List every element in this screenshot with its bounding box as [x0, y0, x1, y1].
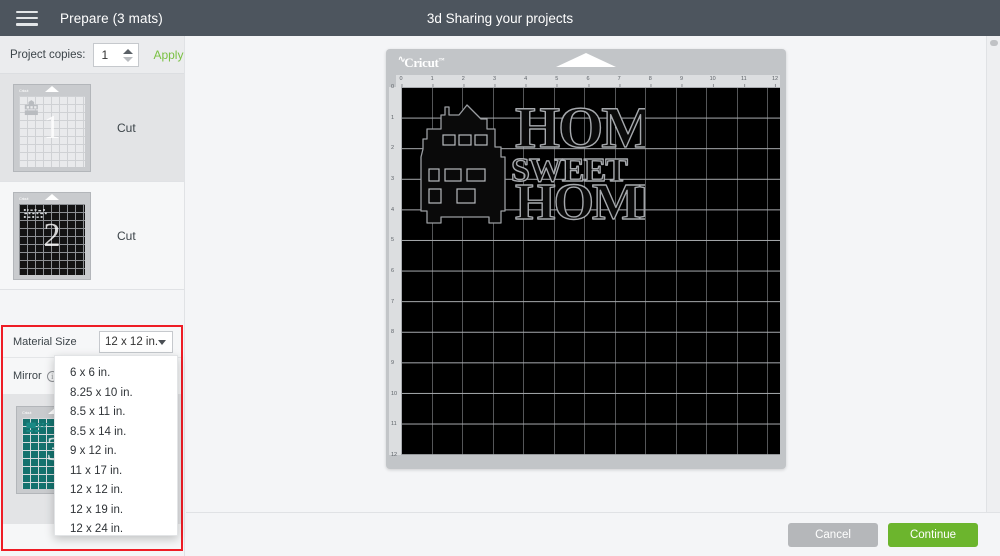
ruler-tick-h: 4 [524, 76, 527, 82]
project-copies-stepper[interactable]: 1 [93, 43, 139, 67]
mat-thumbnail-1: Cricut 1 [13, 84, 91, 172]
material-size-option[interactable]: 8.25 x 10 in. [55, 384, 177, 404]
stepper-decrement-icon[interactable] [123, 57, 133, 62]
apply-button[interactable]: Apply [153, 48, 183, 62]
ruler-tick-v: 7 [391, 299, 394, 305]
cancel-button[interactable]: Cancel [788, 523, 878, 547]
ruler-tick-h: 0 [399, 76, 402, 82]
material-size-selected-value: 12 x 12 in. [105, 336, 158, 348]
ruler-tick-h: 1 [431, 76, 434, 82]
cricut-swoosh-icon: ∿ [398, 54, 405, 64]
mat-tab-shape [556, 53, 616, 67]
mat-action-label-1: Cut [117, 121, 136, 135]
app-header: Prepare (3 mats) 3d Sharing your project… [0, 0, 1000, 36]
mat-action-label-2: Cut [117, 229, 136, 243]
ruler-tick-v: 10 [391, 391, 397, 397]
home-sweet-home-artwork[interactable]: HOME SWEET HOME [405, 91, 645, 236]
cricut-wordmark: Cricut [404, 55, 438, 70]
action-footer: Cancel Continue [186, 512, 1000, 556]
ruler-tick-v: 9 [391, 360, 394, 366]
ruler-tick-h: 9 [680, 76, 683, 82]
svg-text:HOME: HOME [515, 174, 645, 231]
mat-tab-shape [45, 194, 59, 200]
material-size-option[interactable]: 12 x 19 in. [55, 501, 177, 521]
material-size-option[interactable]: 8.5 x 14 in. [55, 423, 177, 443]
ruler-tick-v: 8 [391, 329, 394, 335]
ruler-tick-h: 11 [741, 76, 747, 82]
ruler-tick-h: 8 [649, 76, 652, 82]
hamburger-bar [16, 17, 38, 20]
mats-sidebar: Project copies: 1 Apply Cricut [0, 36, 185, 556]
ruler-vertical: 0123456789101112 [389, 87, 401, 455]
mat-thumbnail-2: Cricut [13, 192, 91, 280]
material-size-option[interactable]: 12 x 24 in. [55, 520, 177, 540]
material-size-row: Material Size 12 x 12 in. [3, 327, 181, 358]
project-copies-label: Project copies: [10, 49, 85, 61]
ruler-tick-h: 3 [493, 76, 496, 82]
trademark-mark: ™ [439, 58, 445, 64]
hamburger-bar [16, 11, 38, 14]
stepper-arrows [123, 46, 133, 66]
ruler-tick-v: 0 [391, 84, 394, 90]
chevron-down-icon[interactable] [158, 340, 166, 345]
cutting-mat[interactable]: ∿Cricut™ 0123456789101112 01234567891011… [386, 49, 786, 469]
svg-text:HOME: HOME [515, 95, 645, 160]
material-size-option[interactable]: 9 x 12 in. [55, 442, 177, 462]
mat-preview-canvas: ∿Cricut™ 0123456789101112 01234567891011… [186, 36, 978, 512]
continue-button[interactable]: Continue [888, 523, 978, 547]
thumbnail-brand-label: Cricut [19, 88, 28, 93]
prepare-mats-screen: Prepare (3 mats) 3d Sharing your project… [0, 0, 1000, 556]
hamburger-bar [16, 23, 38, 26]
ruler-tick-v: 12 [391, 452, 397, 458]
mat-grid-surface[interactable]: HOME SWEET HOME [401, 87, 780, 455]
mat-list: Cricut 1 Cut [0, 74, 184, 290]
ruler-tick-h: 12 [772, 76, 778, 82]
page-scrollbar-thumb[interactable] [990, 40, 998, 46]
thumbnail-brand-label: Cricut [19, 196, 28, 201]
cricut-logo: ∿Cricut™ [397, 55, 444, 71]
material-size-option[interactable]: 11 x 17 in. [55, 462, 177, 482]
stepper-increment-icon[interactable] [123, 49, 133, 54]
ruler-tick-v: 6 [391, 268, 394, 274]
mat-list-item-2[interactable]: Cricut [0, 182, 184, 290]
material-size-dropdown-menu[interactable]: 6 x 6 in. 8.25 x 10 in. 8.5 x 11 in. 8.5… [54, 355, 178, 536]
ruler-tick-h: 10 [710, 76, 716, 82]
mat-number-1: 1 [14, 111, 90, 145]
material-size-option[interactable]: 12 x 12 in. [55, 481, 177, 501]
thumbnail-brand-label: Cricut [22, 410, 31, 415]
ruler-tick-h: 7 [618, 76, 621, 82]
project-copies-bar: Project copies: 1 Apply [0, 36, 184, 74]
ruler-horizontal: 0123456789101112 [396, 75, 780, 87]
hamburger-menu-icon[interactable] [16, 11, 38, 26]
mat-tab-shape [45, 86, 59, 92]
material-size-label: Material Size [13, 336, 77, 348]
ruler-tick-v: 3 [391, 176, 394, 182]
ruler-tick-h: 2 [462, 76, 465, 82]
project-copies-value[interactable]: 1 [94, 48, 108, 62]
material-size-select[interactable]: 12 x 12 in. [99, 331, 173, 353]
mat-list-item-1[interactable]: Cricut 1 Cut [0, 74, 184, 182]
mirror-label: Mirror [13, 370, 42, 382]
ruler-tick-v: 1 [391, 115, 394, 121]
ruler-tick-h: 5 [555, 76, 558, 82]
ruler-tick-v: 11 [391, 421, 397, 427]
material-size-option[interactable]: 6 x 6 in. [55, 364, 177, 384]
material-size-option[interactable]: 8.5 x 11 in. [55, 403, 177, 423]
ruler-tick-v: 2 [391, 145, 394, 151]
ruler-tick-v: 4 [391, 207, 394, 213]
page-scrollbar[interactable] [986, 36, 1000, 556]
ruler-tick-h: 6 [586, 76, 589, 82]
ruler-tick-v: 5 [391, 237, 394, 243]
mat-number-2: 2 [14, 219, 90, 253]
page-title: Prepare (3 mats) [60, 11, 163, 26]
